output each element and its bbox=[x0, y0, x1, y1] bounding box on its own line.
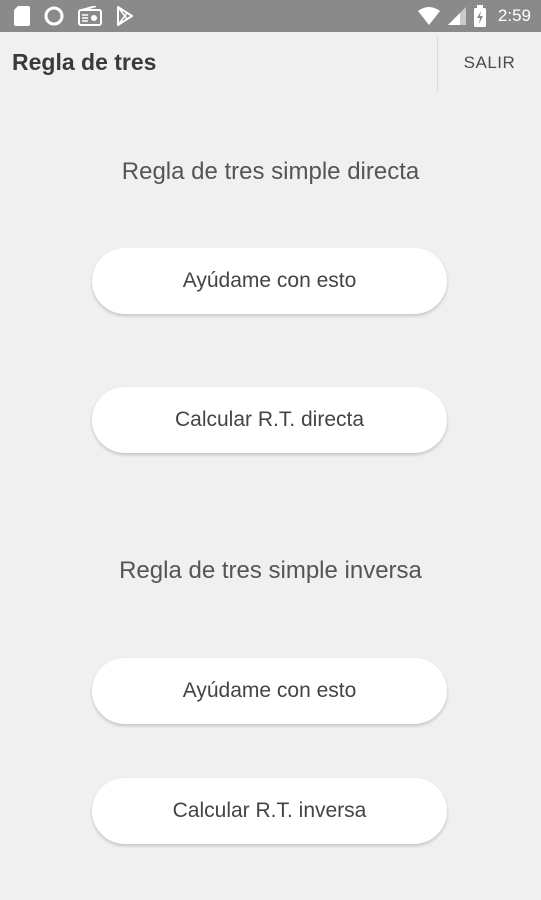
app-bar: Regla de tres SALIR bbox=[0, 32, 541, 94]
section-heading-directa: Regla de tres simple directa bbox=[121, 158, 420, 185]
wifi-icon bbox=[417, 6, 440, 26]
app-title: Regla de tres bbox=[12, 49, 157, 75]
sd-card-icon bbox=[14, 6, 30, 26]
status-left-icons bbox=[14, 6, 134, 26]
signal-icon bbox=[447, 6, 466, 26]
status-time: 2:59 bbox=[497, 6, 531, 25]
calculate-inversa-button[interactable]: Calcular R.T. inversa bbox=[92, 778, 447, 844]
section-heading-inversa: Regla de tres simple inversa bbox=[119, 557, 422, 584]
play-store-icon bbox=[116, 6, 134, 26]
status-bar: 2:59 bbox=[0, 0, 541, 32]
exit-button[interactable]: SALIR bbox=[438, 32, 541, 94]
circle-icon bbox=[44, 6, 64, 26]
app-screen: 2:59 Regla de tres SALIR Regla de tres s… bbox=[0, 0, 541, 900]
battery-icon bbox=[473, 5, 486, 27]
help-button-directa[interactable]: Ayúdame con esto bbox=[92, 248, 447, 314]
calculate-directa-button[interactable]: Calcular R.T. directa bbox=[92, 387, 447, 453]
help-button-inversa[interactable]: Ayúdame con esto bbox=[92, 658, 447, 724]
radio-icon bbox=[78, 6, 102, 26]
status-right-icons: 2:59 bbox=[417, 5, 531, 27]
